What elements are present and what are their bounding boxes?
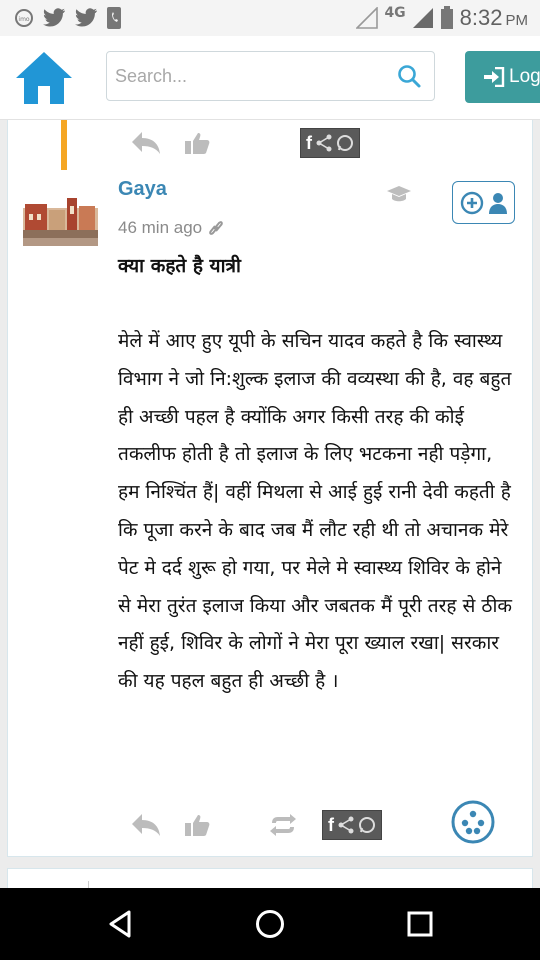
like-icon[interactable] bbox=[184, 813, 210, 837]
twitter-icon bbox=[42, 8, 66, 28]
signal-icon bbox=[356, 7, 379, 29]
app-header: Log bbox=[0, 36, 540, 120]
prev-post-actions: f bbox=[130, 128, 360, 158]
system-nav-bar bbox=[0, 888, 540, 960]
graduation-cap-icon bbox=[386, 184, 412, 208]
more-dots-icon bbox=[451, 800, 495, 844]
whatsapp-icon[interactable] bbox=[336, 134, 354, 152]
reply-icon[interactable] bbox=[130, 130, 162, 156]
network-type: 4G bbox=[384, 5, 406, 21]
share-icons[interactable]: f bbox=[322, 810, 382, 840]
time-ago-label: 46 min ago bbox=[118, 218, 203, 237]
post-actions: f bbox=[130, 810, 382, 840]
svg-text:imo: imo bbox=[18, 16, 30, 23]
login-label: Log bbox=[509, 66, 540, 87]
recents-icon bbox=[407, 911, 433, 937]
recents-button[interactable] bbox=[400, 906, 440, 942]
search-icon[interactable] bbox=[396, 63, 422, 89]
login-button[interactable]: Log bbox=[465, 51, 540, 103]
back-icon bbox=[109, 910, 131, 938]
home-icon bbox=[16, 52, 72, 104]
imo-icon: imo bbox=[14, 8, 34, 28]
search-box bbox=[106, 51, 435, 101]
home-circle-icon bbox=[256, 910, 284, 938]
facebook-share-icon[interactable]: f bbox=[306, 133, 312, 154]
user-icon bbox=[488, 192, 507, 214]
post-card: f Gaya 46 min ago क्या कहते है यात्री मे… bbox=[7, 120, 533, 857]
facebook-share-icon[interactable]: f bbox=[328, 815, 334, 836]
phone-icon bbox=[106, 6, 122, 30]
follow-button[interactable] bbox=[452, 181, 515, 224]
status-bar: imo 4G 8:32 PM bbox=[0, 0, 540, 36]
signal-icon bbox=[412, 7, 434, 29]
home-button[interactable] bbox=[14, 48, 74, 108]
permalink-icon[interactable] bbox=[208, 219, 224, 237]
post-body: मेले में आए हुए यूपी के सचिन यादव कहते ह… bbox=[118, 330, 512, 693]
like-icon[interactable] bbox=[184, 131, 210, 155]
share-icon[interactable] bbox=[316, 134, 332, 152]
thread-connector bbox=[61, 120, 67, 170]
back-button[interactable] bbox=[100, 906, 140, 942]
share-icons[interactable]: f bbox=[300, 128, 360, 158]
post-timestamp: 46 min ago bbox=[118, 218, 224, 238]
clock: 8:32 PM bbox=[459, 5, 528, 30]
add-icon bbox=[460, 191, 483, 214]
post-thumbnail[interactable] bbox=[23, 186, 98, 246]
repost-icon[interactable] bbox=[268, 813, 298, 837]
share-icon[interactable] bbox=[338, 816, 354, 834]
battery-icon bbox=[440, 6, 454, 30]
reply-icon[interactable] bbox=[130, 812, 162, 838]
whatsapp-icon[interactable] bbox=[358, 816, 376, 834]
login-icon bbox=[484, 67, 505, 87]
author-name[interactable]: Gaya bbox=[118, 178, 167, 201]
search-input[interactable] bbox=[115, 62, 385, 90]
twitter-icon bbox=[74, 8, 98, 28]
home-nav-button[interactable] bbox=[250, 906, 290, 942]
post-title: क्या कहते है यात्री bbox=[118, 255, 241, 277]
more-options-button[interactable] bbox=[450, 799, 496, 845]
